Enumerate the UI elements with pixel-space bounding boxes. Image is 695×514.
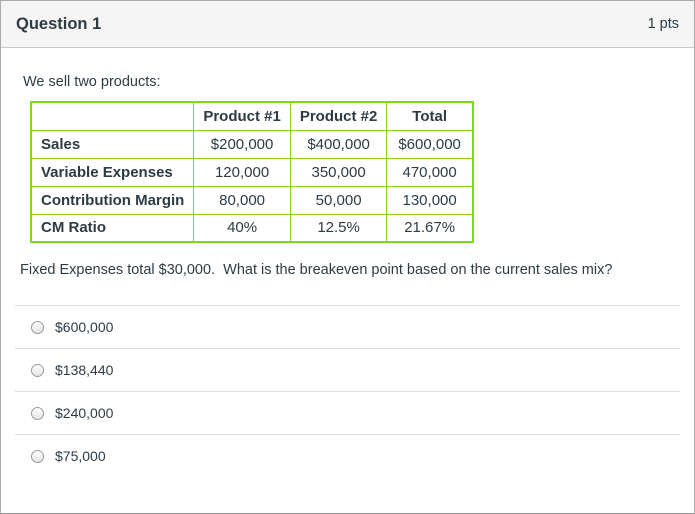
answer-options: $600,000 $138,440 $240,000 $75,000 bbox=[15, 305, 680, 477]
table-cell: 21.67% bbox=[386, 213, 474, 243]
table-column-header: Total bbox=[386, 101, 474, 131]
answer-option-label: $240,000 bbox=[55, 405, 114, 421]
table-cell: 80,000 bbox=[193, 185, 291, 215]
answer-option[interactable]: $138,440 bbox=[15, 348, 680, 391]
table-row: Sales $200,000 $400,000 $600,000 bbox=[30, 129, 474, 159]
products-table: Product #1 Product #2 Total Sales $200,000 $… bbox=[30, 101, 474, 243]
row-label: Sales bbox=[30, 129, 195, 159]
table-cell: 50,000 bbox=[289, 185, 388, 215]
answer-option-label: $75,000 bbox=[55, 448, 106, 464]
table-column-header: Product #2 bbox=[289, 101, 388, 131]
table-cell: $200,000 bbox=[193, 129, 291, 159]
question-title: Question 1 bbox=[16, 14, 102, 33]
table-cell: 40% bbox=[193, 213, 291, 243]
table-corner-cell bbox=[30, 101, 195, 131]
answer-option[interactable]: $600,000 bbox=[15, 305, 680, 348]
question-body: We sell two products: Product #1 Product … bbox=[1, 48, 694, 477]
table-column-header: Product #1 bbox=[193, 101, 291, 131]
answer-option[interactable]: $75,000 bbox=[15, 434, 680, 477]
row-label: CM Ratio bbox=[30, 213, 195, 243]
table-row: Variable Expenses 120,000 350,000 470,000 bbox=[30, 157, 474, 187]
table-cell: $600,000 bbox=[386, 129, 474, 159]
intro-text: We sell two products: bbox=[23, 74, 161, 90]
radio-button-icon[interactable] bbox=[31, 363, 44, 377]
answer-option[interactable]: $240,000 bbox=[15, 391, 680, 434]
table-cell: 12.5% bbox=[289, 213, 388, 243]
radio-button-icon[interactable] bbox=[31, 320, 44, 334]
question-points: 1 pts bbox=[647, 16, 679, 32]
answer-option-label: $600,000 bbox=[55, 319, 114, 335]
row-label: Variable Expenses bbox=[30, 157, 195, 187]
table-header-row: Product #1 Product #2 Total bbox=[30, 101, 474, 131]
table-cell: 130,000 bbox=[386, 185, 474, 215]
row-label: Contribution Margin bbox=[30, 185, 195, 215]
table-row: CM Ratio 40% 12.5% 21.67% bbox=[30, 213, 474, 243]
question-card: Question 1 1 pts We sell two products: P… bbox=[0, 0, 695, 514]
question-header: Question 1 1 pts bbox=[1, 1, 694, 48]
table-row: Contribution Margin 80,000 50,000 130,000 bbox=[30, 185, 474, 215]
radio-button-icon[interactable] bbox=[31, 406, 44, 420]
table-cell: 350,000 bbox=[289, 157, 388, 187]
table-cell: 470,000 bbox=[386, 157, 474, 187]
table-body: Sales $200,000 $400,000 $600,000 Variable Ex… bbox=[30, 129, 474, 243]
table-cell: $400,000 bbox=[289, 129, 388, 159]
radio-button-icon[interactable] bbox=[31, 449, 44, 463]
question-text: Fixed Expenses total $30,000. What is th… bbox=[20, 262, 613, 278]
answer-option-label: $138,440 bbox=[55, 362, 114, 378]
table-cell: 120,000 bbox=[193, 157, 291, 187]
